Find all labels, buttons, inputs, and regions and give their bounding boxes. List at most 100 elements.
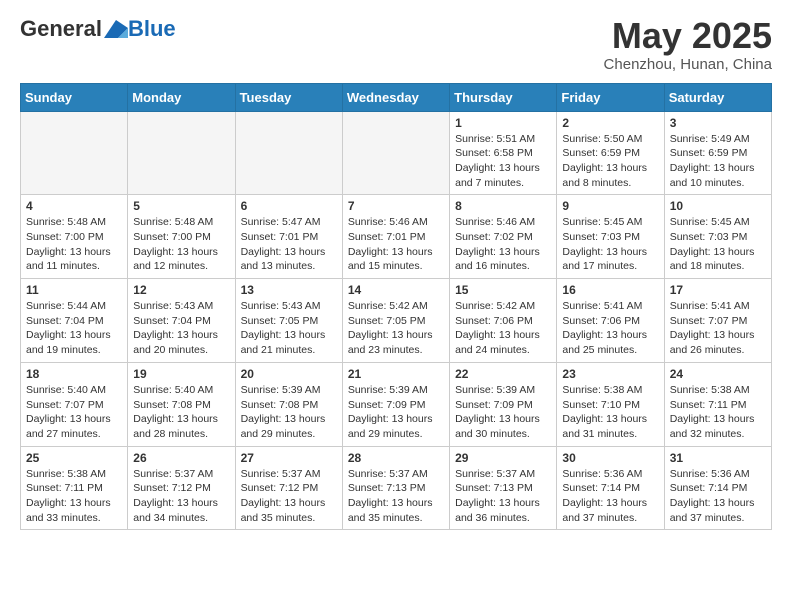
col-header-friday: Friday <box>557 83 664 111</box>
day-info: Sunrise: 5:37 AMSunset: 7:13 PMDaylight:… <box>455 467 551 526</box>
calendar-cell: 31 Sunrise: 5:36 AMSunset: 7:14 PMDayligh… <box>664 446 771 530</box>
calendar-week-1: 4Sunrise: 5:48 AMSunset: 7:00 PMDaylight… <box>21 195 772 279</box>
day-number: 28 <box>348 451 444 465</box>
calendar-cell: 25 Sunrise: 5:38 AMSunset: 7:11 PMDayligh… <box>21 446 128 530</box>
calendar-week-4: 25 Sunrise: 5:38 AMSunset: 7:11 PMDayligh… <box>21 446 772 530</box>
day-number: 19 <box>133 367 229 381</box>
day-info: Sunrise: 5:50 AMSunset: 6:59 PMDaylight:… <box>562 132 658 191</box>
day-number: 10 <box>670 199 766 213</box>
day-number: 25 <box>26 451 122 465</box>
day-number: 20 <box>241 367 337 381</box>
calendar-cell <box>21 111 128 195</box>
day-number: 7 <box>348 199 444 213</box>
col-header-saturday: Saturday <box>664 83 771 111</box>
col-header-sunday: Sunday <box>21 83 128 111</box>
logo-icon <box>104 20 128 38</box>
calendar-week-3: 18Sunrise: 5:40 AMSunset: 7:07 PMDayligh… <box>21 362 772 446</box>
calendar-cell: 4Sunrise: 5:48 AMSunset: 7:00 PMDaylight… <box>21 195 128 279</box>
day-number: 26 <box>133 451 229 465</box>
day-number: 8 <box>455 199 551 213</box>
calendar-cell: 16 Sunrise: 5:41 AMSunset: 7:06 PMDayligh… <box>557 279 664 363</box>
day-info: Sunrise: 5:38 AMSunset: 7:10 PMDaylight:… <box>562 383 658 442</box>
day-number: 16 <box>562 283 658 297</box>
page: General Blue May 2025 Chenzhou, Hunan, C… <box>0 0 792 546</box>
calendar-cell <box>235 111 342 195</box>
calendar-cell: 9 Sunrise: 5:45 AMSunset: 7:03 PMDaylight… <box>557 195 664 279</box>
calendar-cell: 19 Sunrise: 5:40 AMSunset: 7:08 PMDayligh… <box>128 362 235 446</box>
calendar-cell: 7Sunrise: 5:46 AMSunset: 7:01 PMDaylight… <box>342 195 449 279</box>
day-number: 31 <box>670 451 766 465</box>
day-info: Sunrise: 5:38 AMSunset: 7:11 PMDaylight:… <box>670 383 766 442</box>
col-header-tuesday: Tuesday <box>235 83 342 111</box>
calendar-cell: 1Sunrise: 5:51 AMSunset: 6:58 PMDaylight… <box>450 111 557 195</box>
day-info: Sunrise: 5:38 AMSunset: 7:11 PMDaylight:… <box>26 467 122 526</box>
calendar-cell: 27Sunrise: 5:37 AMSunset: 7:12 PMDayligh… <box>235 446 342 530</box>
day-number: 9 <box>562 199 658 213</box>
day-info: Sunrise: 5:43 AMSunset: 7:05 PMDaylight:… <box>241 299 337 358</box>
day-number: 30 <box>562 451 658 465</box>
month-year: May 2025 <box>604 16 772 56</box>
col-header-monday: Monday <box>128 83 235 111</box>
day-info: Sunrise: 5:40 AMSunset: 7:07 PMDaylight:… <box>26 383 122 442</box>
calendar: SundayMondayTuesdayWednesdayThursdayFrid… <box>20 83 772 531</box>
calendar-cell: 15Sunrise: 5:42 AMSunset: 7:06 PMDayligh… <box>450 279 557 363</box>
day-number: 15 <box>455 283 551 297</box>
day-info: Sunrise: 5:45 AMSunset: 7:03 PMDaylight:… <box>562 215 658 274</box>
day-info: Sunrise: 5:37 AMSunset: 7:13 PMDaylight:… <box>348 467 444 526</box>
calendar-cell: 23Sunrise: 5:38 AMSunset: 7:10 PMDayligh… <box>557 362 664 446</box>
calendar-cell: 18Sunrise: 5:40 AMSunset: 7:07 PMDayligh… <box>21 362 128 446</box>
calendar-cell <box>128 111 235 195</box>
day-number: 14 <box>348 283 444 297</box>
day-number: 17 <box>670 283 766 297</box>
day-info: Sunrise: 5:39 AMSunset: 7:09 PMDaylight:… <box>455 383 551 442</box>
day-info: Sunrise: 5:36 AMSunset: 7:14 PMDaylight:… <box>670 467 766 526</box>
day-number: 1 <box>455 116 551 130</box>
calendar-cell: 30 Sunrise: 5:36 AMSunset: 7:14 PMDayligh… <box>557 446 664 530</box>
day-number: 29 <box>455 451 551 465</box>
day-info: Sunrise: 5:37 AMSunset: 7:12 PMDaylight:… <box>133 467 229 526</box>
day-info: Sunrise: 5:39 AMSunset: 7:09 PMDaylight:… <box>348 383 444 442</box>
day-number: 22 <box>455 367 551 381</box>
calendar-week-2: 11Sunrise: 5:44 AMSunset: 7:04 PMDayligh… <box>21 279 772 363</box>
title-block: May 2025 Chenzhou, Hunan, China <box>604 16 772 73</box>
day-info: Sunrise: 5:44 AMSunset: 7:04 PMDaylight:… <box>26 299 122 358</box>
calendar-cell: 2 Sunrise: 5:50 AMSunset: 6:59 PMDaylight… <box>557 111 664 195</box>
day-info: Sunrise: 5:41 AMSunset: 7:07 PMDaylight:… <box>670 299 766 358</box>
day-number: 2 <box>562 116 658 130</box>
day-info: Sunrise: 5:36 AMSunset: 7:14 PMDaylight:… <box>562 467 658 526</box>
day-number: 6 <box>241 199 337 213</box>
day-number: 5 <box>133 199 229 213</box>
day-info: Sunrise: 5:46 AMSunset: 7:02 PMDaylight:… <box>455 215 551 274</box>
day-number: 3 <box>670 116 766 130</box>
logo-blue: Blue <box>128 16 176 42</box>
logo: General Blue <box>20 16 176 42</box>
day-info: Sunrise: 5:40 AMSunset: 7:08 PMDaylight:… <box>133 383 229 442</box>
day-info: Sunrise: 5:39 AMSunset: 7:08 PMDaylight:… <box>241 383 337 442</box>
day-info: Sunrise: 5:41 AMSunset: 7:06 PMDaylight:… <box>562 299 658 358</box>
calendar-cell: 26 Sunrise: 5:37 AMSunset: 7:12 PMDayligh… <box>128 446 235 530</box>
calendar-cell: 6 Sunrise: 5:47 AMSunset: 7:01 PMDaylight… <box>235 195 342 279</box>
day-number: 13 <box>241 283 337 297</box>
calendar-cell: 3 Sunrise: 5:49 AMSunset: 6:59 PMDaylight… <box>664 111 771 195</box>
calendar-cell: 12 Sunrise: 5:43 AMSunset: 7:04 PMDayligh… <box>128 279 235 363</box>
calendar-cell: 28 Sunrise: 5:37 AMSunset: 7:13 PMDayligh… <box>342 446 449 530</box>
logo-general: General <box>20 16 102 42</box>
calendar-cell: 5 Sunrise: 5:48 AMSunset: 7:00 PMDaylight… <box>128 195 235 279</box>
calendar-cell <box>342 111 449 195</box>
col-header-thursday: Thursday <box>450 83 557 111</box>
calendar-header-row: SundayMondayTuesdayWednesdayThursdayFrid… <box>21 83 772 111</box>
calendar-cell: 22 Sunrise: 5:39 AMSunset: 7:09 PMDayligh… <box>450 362 557 446</box>
calendar-cell: 14 Sunrise: 5:42 AMSunset: 7:05 PMDayligh… <box>342 279 449 363</box>
day-info: Sunrise: 5:43 AMSunset: 7:04 PMDaylight:… <box>133 299 229 358</box>
day-number: 12 <box>133 283 229 297</box>
calendar-cell: 20 Sunrise: 5:39 AMSunset: 7:08 PMDayligh… <box>235 362 342 446</box>
day-number: 21 <box>348 367 444 381</box>
day-info: Sunrise: 5:47 AMSunset: 7:01 PMDaylight:… <box>241 215 337 274</box>
day-info: Sunrise: 5:42 AMSunset: 7:05 PMDaylight:… <box>348 299 444 358</box>
calendar-week-0: 1Sunrise: 5:51 AMSunset: 6:58 PMDaylight… <box>21 111 772 195</box>
day-info: Sunrise: 5:45 AMSunset: 7:03 PMDaylight:… <box>670 215 766 274</box>
day-info: Sunrise: 5:48 AMSunset: 7:00 PMDaylight:… <box>133 215 229 274</box>
day-info: Sunrise: 5:48 AMSunset: 7:00 PMDaylight:… <box>26 215 122 274</box>
day-info: Sunrise: 5:49 AMSunset: 6:59 PMDaylight:… <box>670 132 766 191</box>
day-info: Sunrise: 5:37 AMSunset: 7:12 PMDaylight:… <box>241 467 337 526</box>
